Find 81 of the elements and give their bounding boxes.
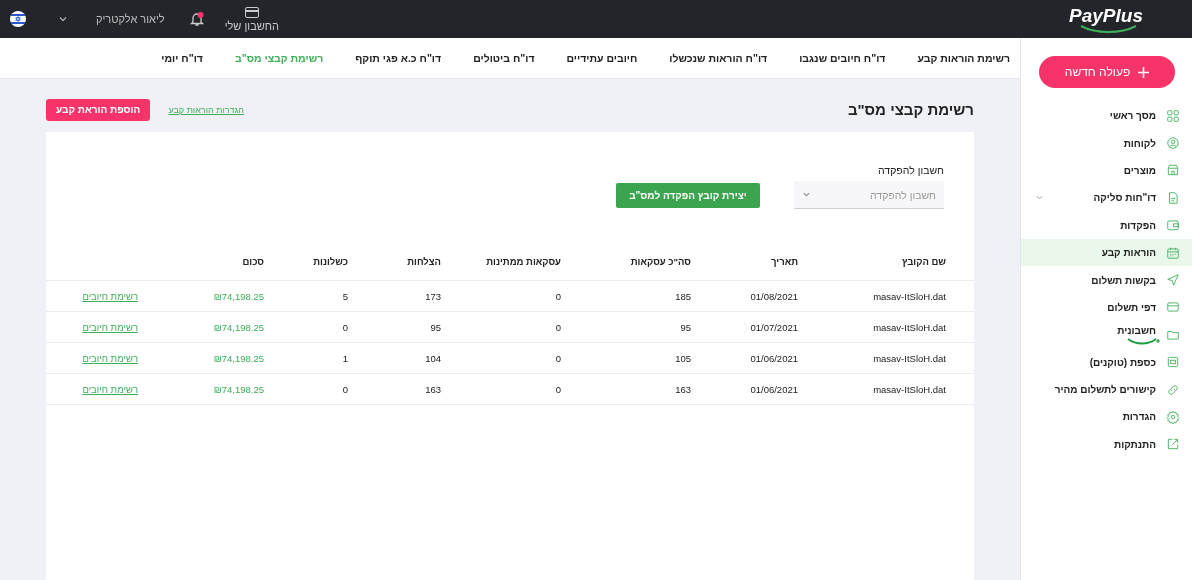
table-cell-text: 95: [679, 321, 691, 333]
column-header: הצלחות: [406, 256, 441, 267]
table-cell-text: 1: [341, 352, 348, 364]
column-header: עסקאות ממתינות: [485, 256, 561, 267]
tab[interactable]: חיובים עתידיים: [556, 52, 648, 64]
card-icon[interactable]: [244, 6, 259, 18]
tab[interactable]: דו"ח כ.א פגי תוקף: [345, 52, 452, 64]
calendar-icon: [1166, 245, 1180, 260]
account-link[interactable]: החשבון שלי: [224, 19, 279, 32]
amount-cell-text: ₪74,198.25: [212, 383, 264, 395]
column-header: תאריך: [770, 256, 798, 267]
table-cell-text: masav-ItSloH.dat: [872, 352, 946, 364]
sidebar-item[interactable]: הפקדות: [1021, 211, 1192, 239]
table-cell-text: 185: [674, 290, 691, 302]
link-icon: [1166, 382, 1180, 397]
table-cell-text: 5: [341, 290, 348, 302]
grid-icon: [1166, 108, 1180, 123]
sidebar-item[interactable]: חשבונית: [1021, 321, 1192, 349]
tab[interactable]: רשימת הוראות קבע: [907, 52, 1010, 64]
sidebar-item[interactable]: קישורים לתשלום מהיר: [1021, 375, 1192, 404]
tab[interactable]: דו"ח ביטולים: [463, 52, 545, 64]
amount-cell-text: ₪74,198.25: [212, 290, 264, 302]
send-icon: [1166, 273, 1180, 288]
table-cell-text: masav-ItSloH.dat: [872, 290, 946, 302]
logout-icon: [1166, 437, 1180, 452]
sidebar-item[interactable]: התנתקות: [1021, 430, 1192, 459]
table-cell-text: 95: [429, 321, 441, 333]
table-cell-text: 0: [554, 383, 561, 395]
settings-icon: [1166, 410, 1180, 424]
column-header: סה"כ עסקאות: [629, 256, 691, 267]
column-header: כשלונות: [312, 256, 348, 267]
table-cell-text: 163: [424, 383, 441, 395]
table-cell-text: 01/07/2021: [749, 321, 798, 333]
amount-cell-text: ₪74,198.25: [212, 321, 264, 333]
wallet-icon: [1166, 218, 1180, 233]
table-cell-text: 01/06/2021: [749, 383, 798, 395]
plus-icon: [1138, 66, 1150, 78]
table-cell-text: 0: [341, 383, 348, 395]
flag-icon[interactable]: [10, 11, 26, 27]
payplus-logo[interactable]: PayPlus: [1020, 0, 1192, 38]
add-standing-order-button[interactable]: הוספת הוראת קבע: [46, 98, 151, 121]
table-cell-text: 0: [554, 321, 561, 333]
table-cell-text: 105: [674, 352, 691, 364]
table-cell-text: 0: [341, 321, 348, 333]
column-header: שם הקובץ: [901, 256, 946, 267]
swoosh-icon: [1126, 335, 1160, 345]
sidebar-item[interactable]: לקוחות: [1021, 129, 1192, 157]
amount-cell-text: ₪74,198.25: [212, 352, 264, 364]
table-cell-text: 01/06/2021: [749, 352, 798, 364]
tab[interactable]: דו"ח חיובים שנגבו: [789, 52, 896, 64]
table-cell-text: 0: [554, 352, 561, 364]
field-label: חשבון להפקדה: [878, 164, 944, 176]
card-icon: [1166, 300, 1180, 315]
chevron-down-icon[interactable]: [58, 14, 68, 24]
sidebar-item[interactable]: כספת (טוקנים): [1021, 348, 1192, 376]
sidebar-item[interactable]: דפי תשלום: [1021, 293, 1192, 322]
table-cell-text: masav-ItSloH.dat: [872, 383, 946, 395]
user-icon: [1166, 136, 1180, 151]
table-cell-text: 01/08/2021: [749, 290, 798, 302]
sidebar-item[interactable]: מוצרים: [1021, 156, 1192, 185]
tab[interactable]: דו"ח הוראות שנכשלו: [659, 52, 778, 64]
sidebar-item[interactable]: הוראות קבע: [1021, 238, 1192, 267]
page-title: רשימת קבצי מס"ב: [847, 101, 974, 118]
store-icon: [1166, 163, 1180, 178]
tab[interactable]: דו"ח יומי: [151, 52, 213, 64]
safe-icon: [1166, 355, 1180, 370]
sidebar-item[interactable]: מסך ראשי: [1021, 102, 1192, 130]
user-name[interactable]: ליאור אלקטריק: [96, 13, 165, 25]
table-cell-text: 173: [424, 290, 441, 302]
sidebar-item[interactable]: הגדרות: [1021, 403, 1192, 431]
table-cell-text: 0: [554, 290, 561, 302]
table-cell-text: masav-ItSloH.dat: [872, 321, 946, 333]
document-icon: [1166, 190, 1180, 205]
bell-icon[interactable]: [188, 11, 205, 27]
column-header: סכום: [241, 256, 264, 267]
sidebar-item[interactable]: בקשות תשלום: [1021, 266, 1192, 294]
new-action-button[interactable]: פעולה חדשה: [1039, 56, 1175, 88]
chevron-down-icon: [802, 190, 811, 199]
table-cell-text: 163: [674, 383, 691, 395]
sidebar-item[interactable]: דו"חות סליקה: [1021, 184, 1192, 212]
table-cell-text: 104: [424, 352, 441, 364]
